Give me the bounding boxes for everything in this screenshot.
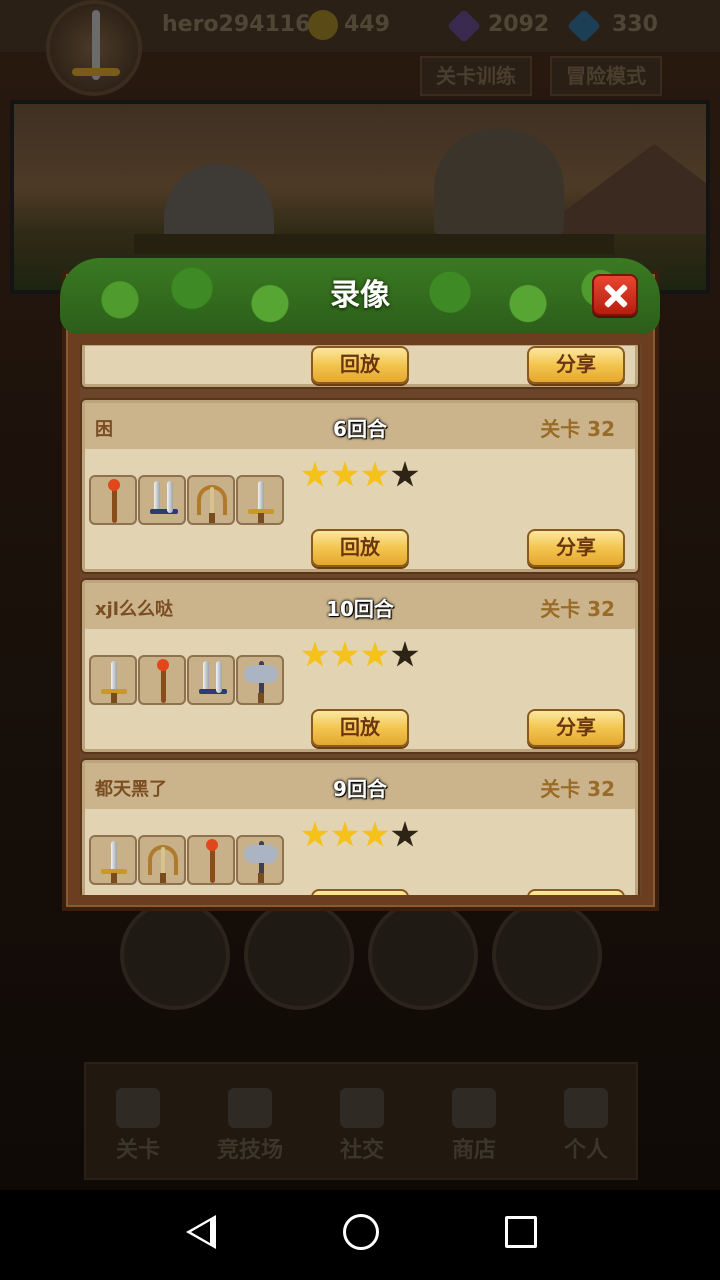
- gem-count: 2092: [488, 12, 550, 37]
- level-label: 关卡 32: [540, 777, 615, 801]
- player-name: xjl么么哒: [95, 599, 173, 620]
- nav-shop[interactable]: 商店: [424, 1076, 524, 1176]
- bottom-nav: 关卡 竞技场 社交 商店 个人: [84, 1062, 638, 1180]
- nav-social[interactable]: 社交: [312, 1076, 412, 1176]
- weapon-loadout: [89, 655, 289, 705]
- sword-icon: [236, 475, 284, 525]
- replay-card: xjl么么哒 10回合 关卡 32 回放 分享: [82, 580, 638, 752]
- star-icon: [331, 641, 359, 667]
- star-icon: [301, 641, 329, 667]
- staff-icon: [89, 475, 137, 525]
- sword-icon: [89, 655, 137, 705]
- bow-icon: [187, 475, 235, 525]
- diamond-count: 330: [612, 12, 658, 37]
- chat-icon: [340, 1088, 384, 1128]
- star-icon: [331, 821, 359, 847]
- replay-card: 困 6回合 关卡 32 回放 分享: [82, 400, 638, 572]
- back-icon[interactable]: [186, 1215, 216, 1249]
- dialog-title: 录像: [330, 278, 390, 313]
- nav-levels[interactable]: 关卡: [88, 1076, 188, 1176]
- star-empty-icon: [391, 461, 419, 487]
- card-header: 都天黑了 9回合 关卡 32: [85, 763, 635, 809]
- recent-apps-icon[interactable]: [505, 1216, 537, 1248]
- sword-slot-icon: [120, 900, 230, 1010]
- dual-daggers-icon: [138, 475, 186, 525]
- tab-adventure-mode[interactable]: 冒险模式: [550, 56, 662, 96]
- replay-button[interactable]: 回放: [311, 709, 409, 747]
- tab-level-training[interactable]: 关卡训练: [420, 56, 532, 96]
- axe-icon: [236, 655, 284, 705]
- replay-button[interactable]: 回放: [311, 889, 409, 895]
- card-header: 困 6回合 关卡 32: [85, 403, 635, 449]
- coin-icon: [308, 10, 338, 40]
- house-icon: [564, 1088, 608, 1128]
- staff-slot-icon: [244, 900, 354, 1010]
- staff-icon: [138, 655, 186, 705]
- gem-shop-icon: [452, 1088, 496, 1128]
- replay-button[interactable]: 回放: [311, 346, 409, 384]
- axe-icon: [236, 835, 284, 885]
- star-icon: [331, 461, 359, 487]
- replay-button[interactable]: 回放: [311, 529, 409, 567]
- replay-card: 回放 分享: [82, 345, 638, 387]
- hut-image: [434, 129, 564, 239]
- share-button[interactable]: 分享: [527, 709, 625, 747]
- player-name: 都天黑了: [95, 779, 167, 800]
- dual-daggers-icon: [187, 655, 235, 705]
- username-label: hero294116: [162, 12, 311, 37]
- round-count: 10回合: [326, 597, 394, 621]
- star-rating: [301, 821, 421, 853]
- level-label: 关卡 32: [540, 597, 615, 621]
- bow-icon: [138, 835, 186, 885]
- star-icon: [361, 641, 389, 667]
- podium-icon: [228, 1088, 272, 1128]
- star-icon: [301, 461, 329, 487]
- hut-image: [164, 164, 274, 244]
- star-icon: [301, 821, 329, 847]
- round-count: 6回合: [333, 417, 387, 441]
- star-icon: [361, 821, 389, 847]
- share-button[interactable]: 分享: [527, 529, 625, 567]
- sword-icon: [89, 835, 137, 885]
- grid-icon: [116, 1088, 160, 1128]
- share-button[interactable]: 分享: [527, 346, 625, 384]
- star-rating: [301, 641, 421, 673]
- replay-list[interactable]: 回放 分享 困 6回合 关卡 32 回放 分享 xjl么么哒 10回合 关卡 3…: [80, 345, 642, 895]
- sword-emblem-icon: [46, 0, 142, 96]
- share-button[interactable]: 分享: [527, 889, 625, 895]
- coin-count: 449: [344, 12, 390, 37]
- star-rating: [301, 461, 421, 493]
- star-empty-icon: [391, 641, 419, 667]
- glove-slot-icon: [492, 900, 602, 1010]
- nav-arena[interactable]: 竞技场: [200, 1076, 300, 1176]
- card-header: xjl么么哒 10回合 关卡 32: [85, 583, 635, 629]
- home-icon[interactable]: [343, 1214, 379, 1250]
- round-count: 9回合: [333, 777, 387, 801]
- bow-slot-icon: [368, 900, 478, 1010]
- star-icon: [361, 461, 389, 487]
- nav-profile[interactable]: 个人: [536, 1076, 636, 1176]
- staff-icon: [187, 835, 235, 885]
- close-button[interactable]: [592, 274, 638, 316]
- player-name: 困: [95, 419, 113, 440]
- weapon-loadout: [89, 475, 289, 525]
- weapon-loadout: [89, 835, 289, 885]
- star-empty-icon: [391, 821, 419, 847]
- replay-card: 都天黑了 9回合 关卡 32 回放 分享: [82, 760, 638, 895]
- level-label: 关卡 32: [540, 417, 615, 441]
